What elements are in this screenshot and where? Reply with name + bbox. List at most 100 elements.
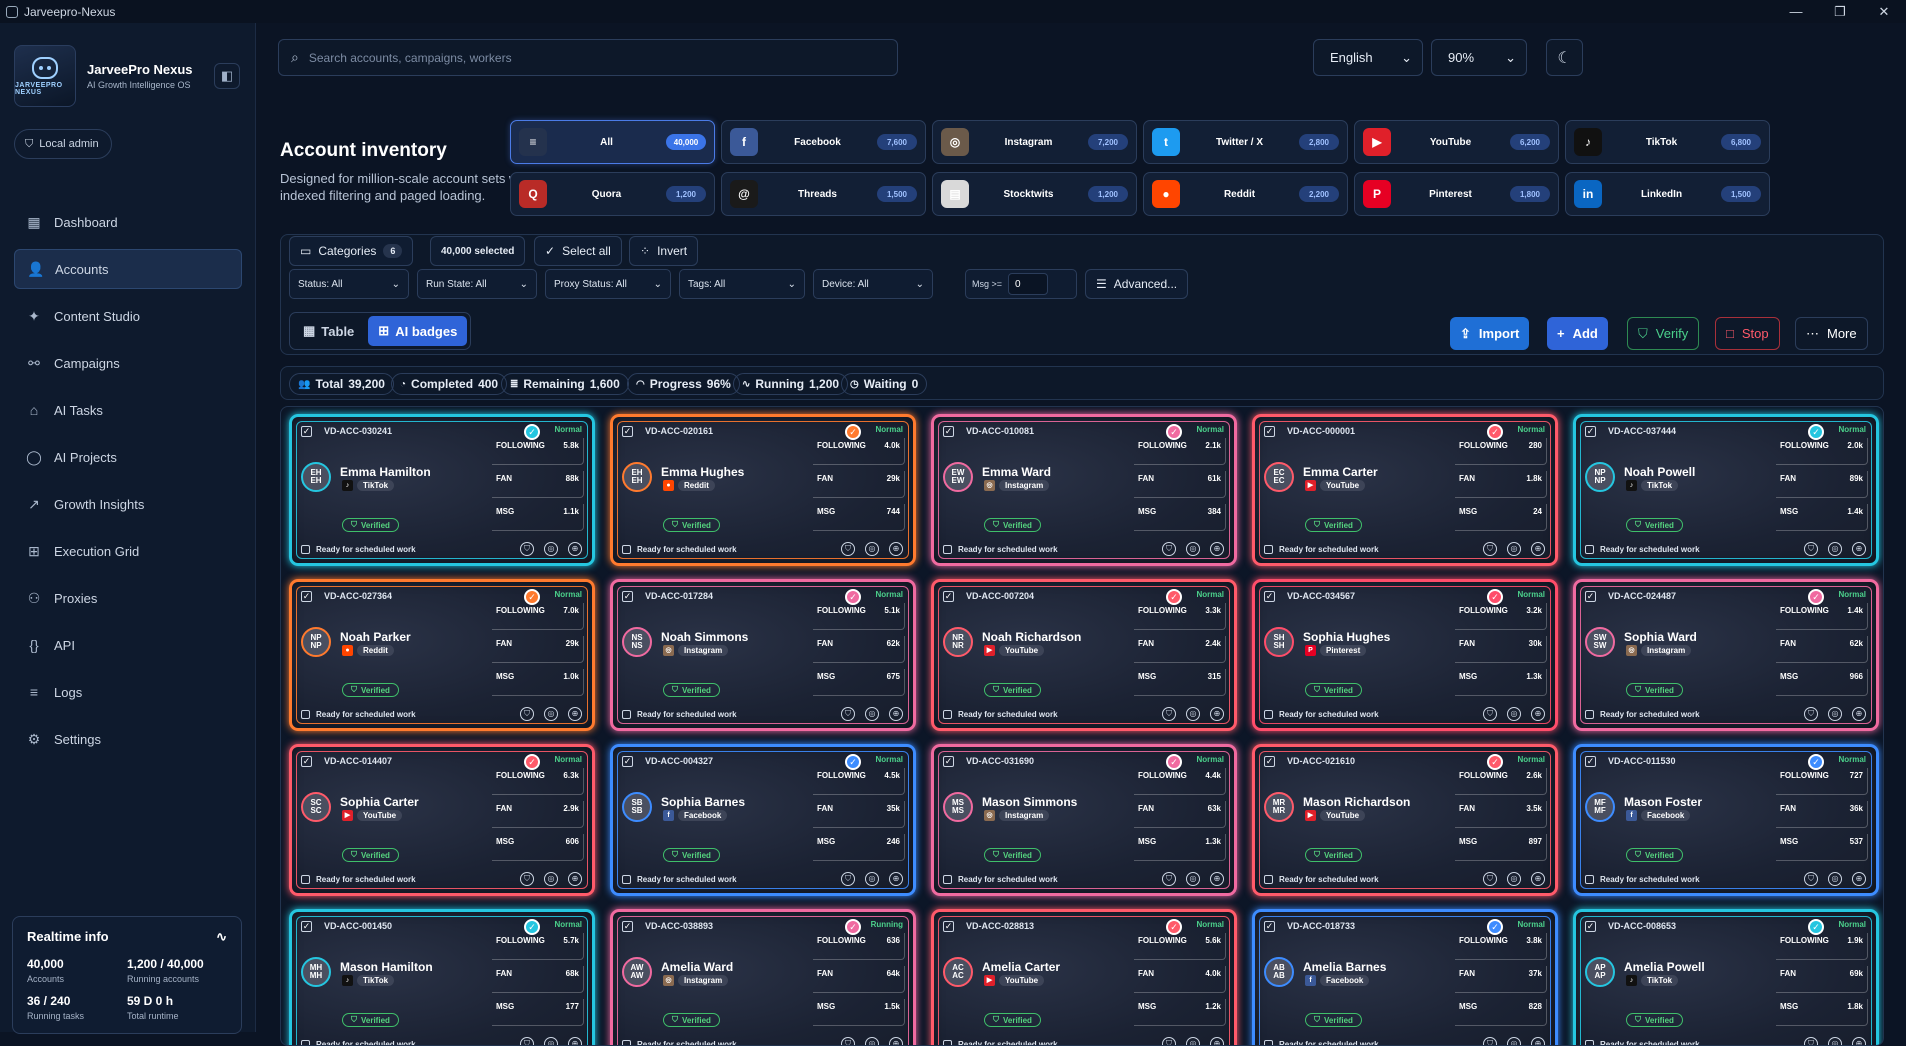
fingerprint-icon[interactable]: ◎: [1507, 542, 1521, 556]
sidebar-item-campaigns[interactable]: ⚯ Campaigns: [14, 343, 242, 383]
ready-checkbox[interactable]: [1585, 545, 1594, 554]
globe-icon[interactable]: ⊕: [568, 872, 582, 886]
globe-icon[interactable]: ⊕: [1852, 1037, 1866, 1045]
card-checkbox[interactable]: ✓: [1585, 756, 1596, 767]
ready-checkbox[interactable]: [622, 545, 631, 554]
msg-filter-input[interactable]: [1008, 273, 1049, 295]
globe-icon[interactable]: ⊕: [1210, 707, 1224, 721]
platform-filter-youtube[interactable]: ▶ YouTube 6,200: [1354, 120, 1559, 164]
sidebar-item-proxies[interactable]: ⚇ Proxies: [14, 578, 242, 618]
ready-checkbox[interactable]: [301, 545, 310, 554]
language-select[interactable]: English ⌄: [1313, 39, 1423, 76]
card-checkbox[interactable]: ✓: [1585, 591, 1596, 602]
more-button[interactable]: ⋯ More: [1795, 317, 1868, 350]
globe-icon[interactable]: ⊕: [1531, 542, 1545, 556]
globe-icon[interactable]: ⊕: [1531, 872, 1545, 886]
sidebar-item-logs[interactable]: ≡ Logs: [14, 672, 242, 712]
filter-dropdown-tags[interactable]: Tags: All ⌄: [679, 269, 805, 299]
fingerprint-icon[interactable]: ◎: [1186, 872, 1200, 886]
shield-icon[interactable]: ⛉: [1804, 1037, 1818, 1045]
shield-icon[interactable]: ⛉: [520, 1037, 534, 1045]
ready-checkbox[interactable]: [1585, 875, 1594, 884]
shield-icon[interactable]: ⛉: [1162, 707, 1176, 721]
sidebar-item-content-studio[interactable]: ✦ Content Studio: [14, 296, 242, 336]
fingerprint-icon[interactable]: ◎: [865, 1037, 879, 1045]
sidebar-item-api[interactable]: {} API: [14, 625, 242, 665]
fingerprint-icon[interactable]: ◎: [1828, 542, 1842, 556]
account-card[interactable]: ✓ VD-ACC-004327 ✓ Normal SB SB Sophia Bar…: [610, 744, 916, 896]
ready-checkbox[interactable]: [1264, 710, 1273, 719]
globe-icon[interactable]: ⊕: [568, 542, 582, 556]
fingerprint-icon[interactable]: ◎: [1186, 1037, 1200, 1045]
fingerprint-icon[interactable]: ◎: [1828, 872, 1842, 886]
fingerprint-icon[interactable]: ◎: [544, 542, 558, 556]
platform-filter-stocktwits[interactable]: ▤ Stocktwits 1,200: [932, 172, 1137, 216]
ready-checkbox[interactable]: [1585, 710, 1594, 719]
import-button[interactable]: ⇪ Import: [1450, 317, 1530, 350]
ready-checkbox[interactable]: [943, 545, 952, 554]
ready-checkbox[interactable]: [622, 1040, 631, 1045]
globe-icon[interactable]: ⊕: [1210, 872, 1224, 886]
admin-badge[interactable]: ⛉ Local admin: [14, 129, 112, 159]
globe-icon[interactable]: ⊕: [889, 542, 903, 556]
shield-icon[interactable]: ⛉: [520, 542, 534, 556]
account-card[interactable]: ✓ VD-ACC-028813 ✓ Normal AC AC Amelia Car…: [931, 909, 1237, 1045]
ready-checkbox[interactable]: [1264, 875, 1273, 884]
fingerprint-icon[interactable]: ◎: [544, 1037, 558, 1045]
filter-dropdown-run-state[interactable]: Run State: All ⌄: [417, 269, 537, 299]
select-all-button[interactable]: ✓ Select all: [534, 236, 622, 266]
categories-button[interactable]: ▭ Categories 6: [289, 236, 414, 266]
add-button[interactable]: + Add: [1547, 317, 1608, 350]
globe-icon[interactable]: ⊕: [1531, 707, 1545, 721]
account-card[interactable]: ✓ VD-ACC-017284 ✓ Normal NS NS Noah Simmo…: [610, 579, 916, 731]
account-card[interactable]: ✓ VD-ACC-014407 ✓ Normal SC SC Sophia Car…: [289, 744, 595, 896]
search-box[interactable]: ⌕: [278, 39, 898, 76]
card-checkbox[interactable]: ✓: [1264, 591, 1275, 602]
sidebar-item-accounts[interactable]: 👤 Accounts: [14, 249, 242, 289]
minimize-icon[interactable]: —: [1774, 0, 1818, 23]
account-card[interactable]: ✓ VD-ACC-018733 ✓ Normal AB AB Amelia Bar…: [1252, 909, 1558, 1045]
platform-filter-twitter-x[interactable]: t Twitter / X 2,800: [1143, 120, 1348, 164]
shield-icon[interactable]: ⛉: [1804, 707, 1818, 721]
card-checkbox[interactable]: ✓: [622, 591, 633, 602]
sidebar-item-dashboard[interactable]: ▦ Dashboard: [14, 202, 242, 242]
fingerprint-icon[interactable]: ◎: [544, 872, 558, 886]
ready-checkbox[interactable]: [1264, 545, 1273, 554]
fingerprint-icon[interactable]: ◎: [865, 707, 879, 721]
shield-icon[interactable]: ⛉: [841, 872, 855, 886]
fingerprint-icon[interactable]: ◎: [1828, 1037, 1842, 1045]
shield-icon[interactable]: ⛉: [841, 542, 855, 556]
account-card[interactable]: ✓ VD-ACC-038893 ✓ Running AW AW Amelia Wa…: [610, 909, 916, 1045]
ready-checkbox[interactable]: [943, 710, 952, 719]
fingerprint-icon[interactable]: ◎: [544, 707, 558, 721]
card-checkbox[interactable]: ✓: [943, 426, 954, 437]
account-card[interactable]: ✓ VD-ACC-030241 ✓ Normal EH EH Emma Hamil…: [289, 414, 595, 566]
shield-icon[interactable]: ⛉: [1162, 542, 1176, 556]
filter-dropdown-device[interactable]: Device: All ⌄: [813, 269, 933, 299]
shield-icon[interactable]: ⛉: [841, 1037, 855, 1045]
fingerprint-icon[interactable]: ◎: [1828, 707, 1842, 721]
account-card[interactable]: ✓ VD-ACC-031690 ✓ Normal MS MS Mason Simm…: [931, 744, 1237, 896]
globe-icon[interactable]: ⊕: [568, 1037, 582, 1045]
sidebar-item-ai-projects[interactable]: ◯ AI Projects: [14, 437, 242, 477]
globe-icon[interactable]: ⊕: [1210, 1037, 1224, 1045]
shield-icon[interactable]: ⛉: [1804, 542, 1818, 556]
card-checkbox[interactable]: ✓: [1585, 921, 1596, 932]
ready-checkbox[interactable]: [622, 875, 631, 884]
card-checkbox[interactable]: ✓: [301, 921, 312, 932]
sidebar-item-growth-insights[interactable]: ↗ Growth Insights: [14, 484, 242, 524]
card-checkbox[interactable]: ✓: [301, 591, 312, 602]
ready-checkbox[interactable]: [1264, 1040, 1273, 1045]
ready-checkbox[interactable]: [301, 710, 310, 719]
account-card[interactable]: ✓ VD-ACC-024487 ✓ Normal SW SW Sophia War…: [1573, 579, 1879, 731]
card-checkbox[interactable]: ✓: [943, 591, 954, 602]
card-checkbox[interactable]: ✓: [301, 756, 312, 767]
account-card[interactable]: ✓ VD-ACC-037444 ✓ Normal NP NP Noah Powel…: [1573, 414, 1879, 566]
platform-filter-all[interactable]: ≡ All 40,000: [510, 120, 715, 164]
account-card[interactable]: ✓ VD-ACC-000001 ✓ Normal EC EC Emma Carte…: [1252, 414, 1558, 566]
fingerprint-icon[interactable]: ◎: [865, 872, 879, 886]
account-card[interactable]: ✓ VD-ACC-007204 ✓ Normal NR NR Noah Richa…: [931, 579, 1237, 731]
shield-icon[interactable]: ⛉: [520, 872, 534, 886]
ready-checkbox[interactable]: [1585, 1040, 1594, 1045]
account-card[interactable]: ✓ VD-ACC-001450 ✓ Normal MH MH Mason Hami…: [289, 909, 595, 1045]
